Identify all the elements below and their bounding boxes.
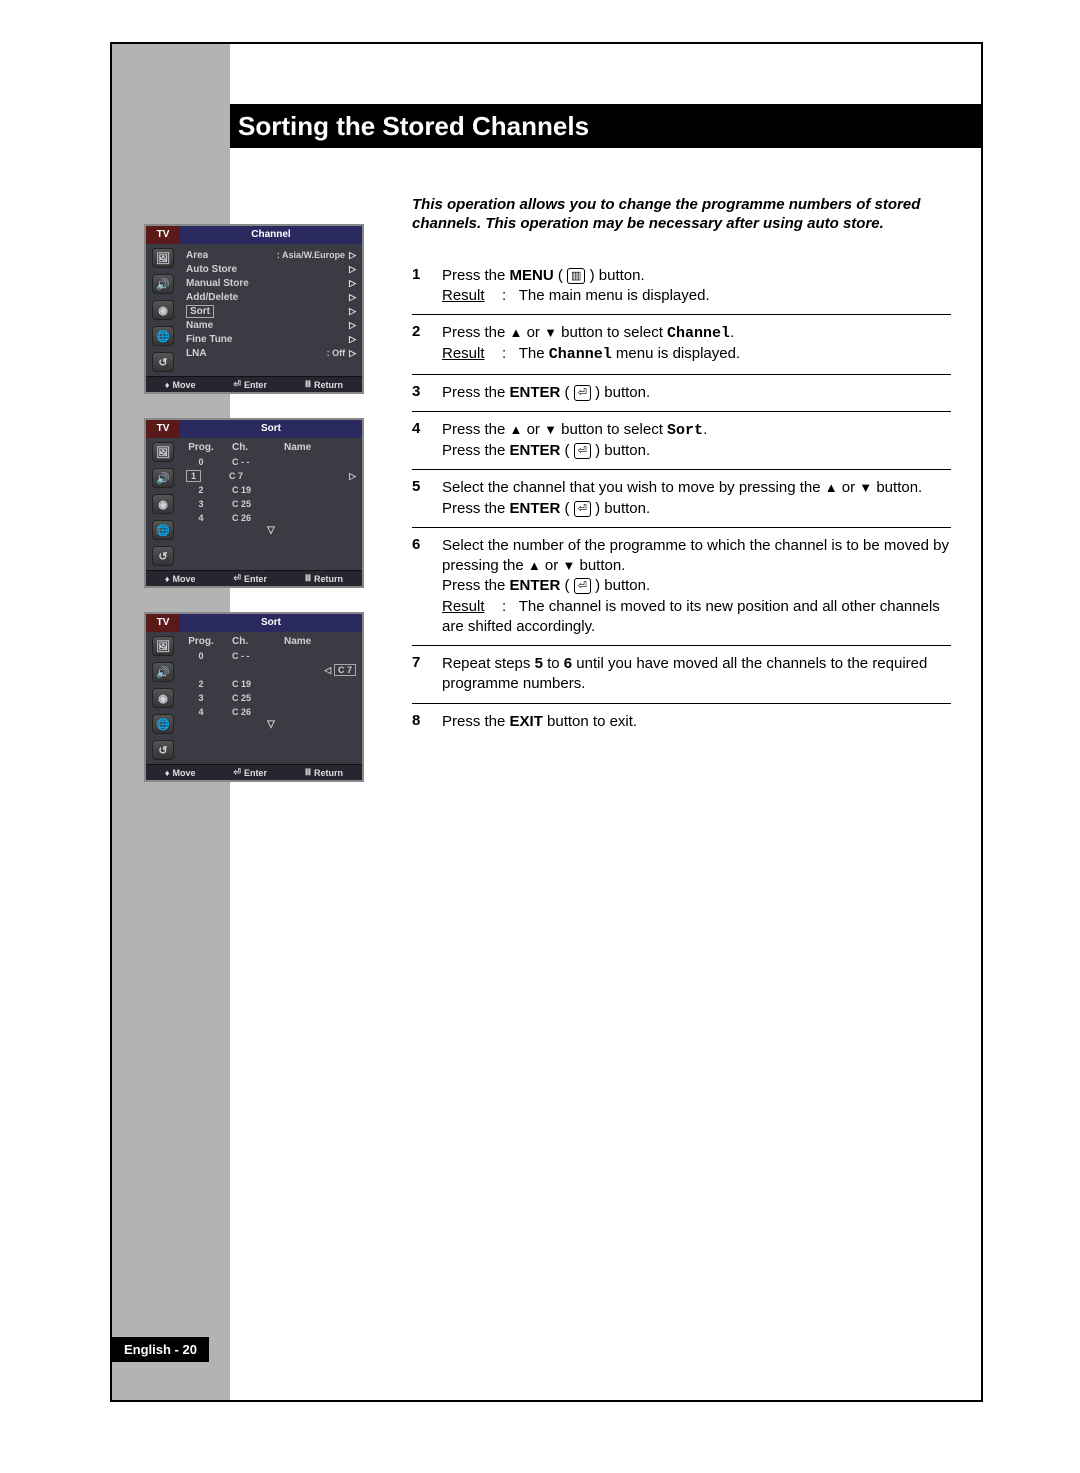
osd2-table: Prog.Ch.Name 0C - - 1C 7▷ 2C 19 3C 25 4C… [180,438,362,570]
up-arrow-icon: ▲ [510,422,523,437]
col-name: Name [284,442,356,453]
osd-sort-list: TV Sort 🖼 🔊 ◉ 🌐 ↺ Prog.Ch.Name 0C - - 1C… [144,418,364,588]
down-arrow-icon: ▼ [544,422,557,437]
chevron-down-icon: ▽ [186,719,356,731]
channel-icon: ◉ [152,300,174,320]
page-footer-language: English - 20 [112,1337,209,1362]
updown-icon: ♦ [165,380,170,390]
setup-icon: 🌐 [152,714,174,734]
sound-icon: 🔊 [152,468,174,488]
down-arrow-icon: ▼ [859,480,872,495]
osd1-item-finetune: Fine Tune [186,334,345,345]
osd1-item-manualstore: Manual Store [186,278,345,289]
chevron-right-icon: ▷ [349,264,356,275]
enter-icon: ⏎ [574,385,591,401]
osd-channel-menu: TV Channel 🖼 🔊 ◉ 🌐 ↺ Area: Asia/W.Europe… [144,224,364,394]
instructions-block: This operation allows you to change the … [412,196,951,740]
manual-page: Sorting the Stored Channels TV Channel 🖼… [110,42,983,1402]
osd2-footer: ♦Move ⏎Enter ⅢReturn [146,570,362,586]
picture-icon: 🖼 [152,636,174,656]
enter-icon: ⏎ [233,379,241,390]
up-arrow-icon: ▲ [825,480,838,495]
col-prog: Prog. [186,442,216,453]
setup-icon: 🌐 [152,326,174,346]
down-arrow-icon: ▼ [544,325,557,340]
intro-text: This operation allows you to change the … [412,196,951,234]
enter-icon: ⏎ [574,578,591,594]
osd-sort-moving: TV Sort 🖼 🔊 ◉ 🌐 ↺ Prog.Ch.Name 0C - - ◁ … [144,612,364,782]
updown-icon: ♦ [165,574,170,584]
osd3-table: Prog.Ch.Name 0C - - ◁ C 7 2C 19 3C 25 4C… [180,632,362,764]
chevron-right-icon: ▷ [349,320,356,331]
up-arrow-icon: ▲ [510,325,523,340]
col-name: Name [284,636,356,647]
osd1-sidebar-icons: 🖼 🔊 ◉ 🌐 ↺ [146,244,180,376]
step-3: 3 Press the ENTER ( ⏎ ) button. [412,375,951,412]
return-icon: Ⅲ [305,767,311,778]
step-4: 4 Press the ▲ or ▼ button to select Sort… [412,412,951,471]
picture-icon: 🖼 [152,248,174,268]
input-icon: ↺ [152,740,174,760]
chevron-left-icon: ◁ [324,665,331,675]
osd3-footer: ♦Move ⏎Enter ⅢReturn [146,764,362,780]
enter-icon: ⏎ [574,501,591,517]
osd1-footer: ♦Move ⏎Enter ⅢReturn [146,376,362,392]
input-icon: ↺ [152,352,174,372]
sound-icon: 🔊 [152,274,174,294]
step-6: 6 Select the number of the programme to … [412,528,951,646]
return-icon: Ⅲ [305,379,311,390]
updown-icon: ♦ [165,768,170,778]
sound-icon: 🔊 [152,662,174,682]
col-ch: Ch. [232,636,268,647]
osd2-title: Sort [180,420,362,438]
chevron-down-icon: ▽ [186,525,356,537]
chevron-right-icon: ▷ [349,471,356,482]
osd1-item-area: Area [186,250,277,261]
osd3-tv-label: TV [146,614,180,632]
osd2-tv-label: TV [146,420,180,438]
osd2-sidebar-icons: 🖼 🔊 ◉ 🌐 ↺ [146,438,180,570]
enter-icon: ⏎ [233,573,241,584]
step-8: 8 Press the EXIT button to exit. [412,704,951,740]
picture-icon: 🖼 [152,442,174,462]
step-2: 2 Press the ▲ or ▼ button to select Chan… [412,315,951,375]
osd1-title: Channel [180,226,362,244]
channel-icon: ◉ [152,688,174,708]
osd1-menu-list: Area: Asia/W.Europe▷ Auto Store▷ Manual … [180,244,362,376]
enter-icon: ⏎ [233,767,241,778]
osd1-item-autostore: Auto Store [186,264,345,275]
down-arrow-icon: ▼ [562,558,575,573]
page-title: Sorting the Stored Channels [230,104,981,148]
osd1-item-sort-selected: Sort [186,305,214,318]
setup-icon: 🌐 [152,520,174,540]
step-1: 1 Press the MENU ( ▥ ) button. Result: T… [412,258,951,316]
up-arrow-icon: ▲ [528,558,541,573]
chevron-right-icon: ▷ [349,348,356,359]
osd3-moving-channel: C 7 [334,664,356,676]
osd3-title: Sort [180,614,362,632]
menu-icon: ▥ [567,268,585,284]
osd2-selected-prog: 1 [186,470,201,482]
chevron-right-icon: ▷ [349,334,356,345]
chevron-right-icon: ▷ [349,278,356,289]
step-5: 5 Select the channel that you wish to mo… [412,470,951,528]
col-ch: Ch. [232,442,268,453]
enter-icon: ⏎ [574,443,591,459]
chevron-right-icon: ▷ [349,306,356,317]
input-icon: ↺ [152,546,174,566]
chevron-right-icon: ▷ [349,250,356,261]
col-prog: Prog. [186,636,216,647]
osd1-item-adddelete: Add/Delete [186,292,345,303]
chevron-right-icon: ▷ [349,292,356,303]
osd-screenshots: TV Channel 🖼 🔊 ◉ 🌐 ↺ Area: Asia/W.Europe… [144,224,364,806]
return-icon: Ⅲ [305,573,311,584]
channel-icon: ◉ [152,494,174,514]
osd1-item-name: Name [186,320,345,331]
step-7: 7 Repeat steps 5 to 6 until you have mov… [412,646,951,704]
osd1-item-lna: LNA [186,348,327,359]
osd1-tv-label: TV [146,226,180,244]
osd3-sidebar-icons: 🖼 🔊 ◉ 🌐 ↺ [146,632,180,764]
